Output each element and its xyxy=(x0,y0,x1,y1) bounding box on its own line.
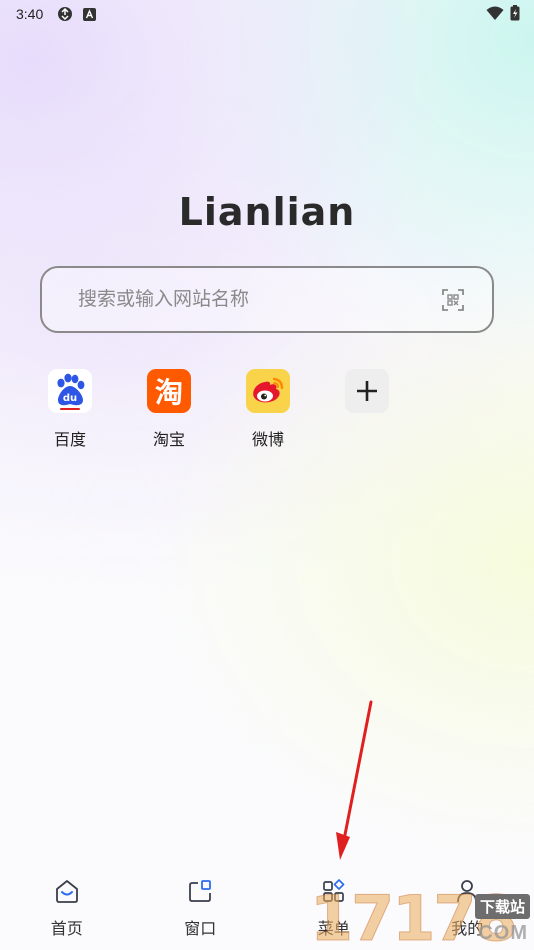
search-bar[interactable] xyxy=(40,266,494,333)
taobao-icon[interactable]: 淘 xyxy=(147,369,191,413)
status-icons-right xyxy=(486,5,520,21)
scan-qr-icon[interactable] xyxy=(442,289,464,311)
nav-label: 窗口 xyxy=(184,921,217,938)
sync-icon xyxy=(58,7,73,21)
home-icon xyxy=(55,880,78,903)
shortcut-label: 百度 xyxy=(53,432,86,449)
wifi-icon xyxy=(486,6,504,20)
app-logo: Lianlian xyxy=(178,190,356,234)
baidu-icon[interactable]: du xyxy=(48,369,92,413)
shortcut-weibo[interactable]: 微博 xyxy=(240,369,339,450)
shortcut-label: 淘宝 xyxy=(152,432,185,449)
menu-grid-icon xyxy=(322,879,345,902)
search-input[interactable] xyxy=(78,288,456,311)
shortcut-baidu[interactable]: du 百度 xyxy=(42,369,141,450)
svg-text:淘: 淘 xyxy=(155,376,183,409)
status-time: 3:40 xyxy=(16,6,44,22)
nav-label: 菜单 xyxy=(317,921,350,938)
status-bar: 3:40 xyxy=(0,0,534,28)
nav-home[interactable]: 首页 xyxy=(0,868,134,950)
nav-label: 我的 xyxy=(451,921,484,938)
shortcut-grid: du 百度 淘 淘宝 微博 xyxy=(42,369,438,450)
weibo-icon[interactable] xyxy=(246,369,290,413)
shortcut-label: 微博 xyxy=(251,432,284,449)
shortcut-taobao[interactable]: 淘 淘宝 xyxy=(141,369,240,450)
bottom-nav: 首页 窗口 菜单 我的 xyxy=(0,868,534,950)
nav-menu[interactable]: 菜单 xyxy=(267,868,401,950)
nav-label: 首页 xyxy=(50,921,83,938)
battery-icon xyxy=(510,5,520,21)
shortcut-add[interactable] xyxy=(339,369,438,450)
nav-profile[interactable]: 我的 xyxy=(401,868,534,950)
annotation-arrow xyxy=(336,700,373,860)
window-icon xyxy=(189,880,212,902)
person-icon xyxy=(457,880,478,903)
a-box-icon xyxy=(83,7,97,21)
plus-icon[interactable] xyxy=(345,369,389,413)
nav-window[interactable]: 窗口 xyxy=(134,868,268,950)
status-icons-left xyxy=(57,6,97,22)
svg-text:du: du xyxy=(63,393,77,404)
